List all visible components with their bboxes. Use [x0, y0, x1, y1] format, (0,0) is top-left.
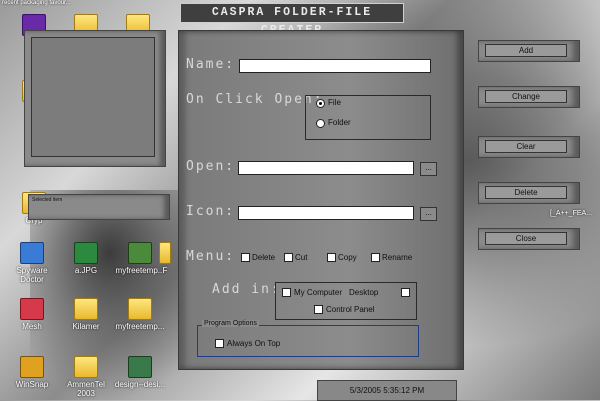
desktop-icon-label: WinSnap	[15, 380, 49, 389]
desktop-icon-folder[interactable]: myfreetemp...	[112, 298, 168, 331]
preview-panel	[24, 30, 166, 167]
desktop-right-label-fea: [_A++_FEA...	[550, 210, 593, 217]
app-icon	[128, 356, 152, 378]
folder-icon	[128, 298, 152, 320]
close-button[interactable]: Close	[478, 228, 580, 250]
icon-input[interactable]	[238, 206, 414, 220]
film-icon	[128, 242, 152, 264]
name-label: Name:	[186, 57, 236, 72]
selected-item-bar: Selected item	[28, 194, 170, 220]
window-title[interactable]: CASPRA FOLDER-FILE CREATER	[180, 3, 404, 37]
preview-area	[31, 37, 155, 157]
name-input[interactable]	[239, 59, 431, 73]
delete-button[interactable]: Delete	[478, 182, 580, 204]
add-in-desktop-checkbox[interactable]	[401, 288, 410, 297]
desktop-icon-label: Spyware Doctor	[16, 266, 48, 284]
desktop-icon-label: Kilamer	[72, 322, 100, 331]
folder-icon	[74, 298, 98, 320]
menu-label: Menu:	[186, 249, 236, 264]
radio-file[interactable]	[316, 99, 325, 108]
change-button[interactable]: Change	[478, 86, 580, 108]
add-in-control-panel-checkbox[interactable]	[314, 305, 323, 314]
desktop-icon-spyware-doctor[interactable]: Spyware Doctor	[4, 242, 60, 284]
menu-delete-checkbox[interactable]	[241, 253, 250, 262]
open-browse-button[interactable]: ...	[420, 162, 437, 176]
add-in-label: Add in:	[212, 282, 281, 297]
icon-label: Icon:	[186, 204, 236, 219]
menu-delete-label: Delete	[252, 253, 276, 262]
desktop-icon-label: myfreetemp...	[115, 322, 165, 331]
folder-icon	[74, 356, 98, 378]
always-on-top-label: Always On Top	[227, 339, 281, 348]
folder-icon	[159, 242, 171, 264]
open-label: Open:	[186, 159, 236, 174]
desktop-icon-label: design--desi...	[114, 380, 166, 389]
on-click-open-label: On Click Open:	[186, 92, 324, 107]
add-in-control-panel-label: Control Panel	[326, 305, 375, 314]
add-button[interactable]: Add	[478, 40, 580, 62]
add-in-desktop-label: Desktop	[349, 288, 379, 297]
program-options-legend: Program Options	[202, 320, 259, 327]
menu-cut-checkbox[interactable]	[284, 253, 293, 262]
desktop-icon-partial[interactable]: F	[150, 242, 180, 275]
open-input[interactable]	[238, 161, 414, 175]
add-in-my-computer-label: My Computer	[294, 288, 343, 297]
desktop-icon-image[interactable]: a.JPG	[58, 242, 114, 275]
image-icon	[74, 242, 98, 264]
clear-button-label: Clear	[485, 140, 567, 153]
clear-button[interactable]: Clear	[478, 136, 580, 158]
desktop-icon-label: AmmenTel 2003	[67, 380, 105, 398]
selected-item-label: Selected item	[32, 197, 63, 203]
add-in-my-computer-checkbox[interactable]	[282, 288, 291, 297]
menu-cut-label: Cut	[295, 253, 308, 262]
add-button-label: Add	[485, 44, 567, 57]
app-icon	[20, 356, 44, 378]
desktop-icon-folder[interactable]: Kilamer	[58, 298, 114, 331]
radio-folder[interactable]	[316, 119, 325, 128]
desktop-icon-design[interactable]: design--desi...	[112, 356, 168, 389]
app-icon	[20, 298, 44, 320]
desktop-top-text: recent packaging favour...	[2, 0, 71, 6]
desktop-icon-label: Mesh	[22, 322, 42, 331]
menu-rename-checkbox[interactable]	[371, 253, 380, 262]
radio-file-label: File	[328, 98, 341, 107]
desktop-icon-label: a.JPG	[74, 266, 98, 275]
menu-copy-label: Copy	[338, 253, 357, 262]
desktop-icon-folder[interactable]: AmmenTel 2003	[58, 356, 114, 398]
desktop-icon-mesh[interactable]: Mesh	[4, 298, 60, 331]
change-button-label: Change	[485, 90, 567, 103]
always-on-top-checkbox[interactable]	[215, 339, 224, 348]
menu-rename-label: Rename	[382, 253, 413, 262]
menu-copy-checkbox[interactable]	[327, 253, 336, 262]
desktop-icon-label: F	[162, 266, 168, 275]
status-datetime: 5/3/2005 5:35:12 PM	[317, 380, 457, 401]
radio-folder-label: Folder	[328, 118, 351, 127]
delete-button-label: Delete	[485, 186, 567, 199]
close-button-label: Close	[485, 232, 567, 245]
desktop-icon-winsnap[interactable]: WinSnap	[4, 356, 60, 389]
app-icon	[20, 242, 44, 264]
icon-browse-button[interactable]: ...	[420, 207, 437, 221]
